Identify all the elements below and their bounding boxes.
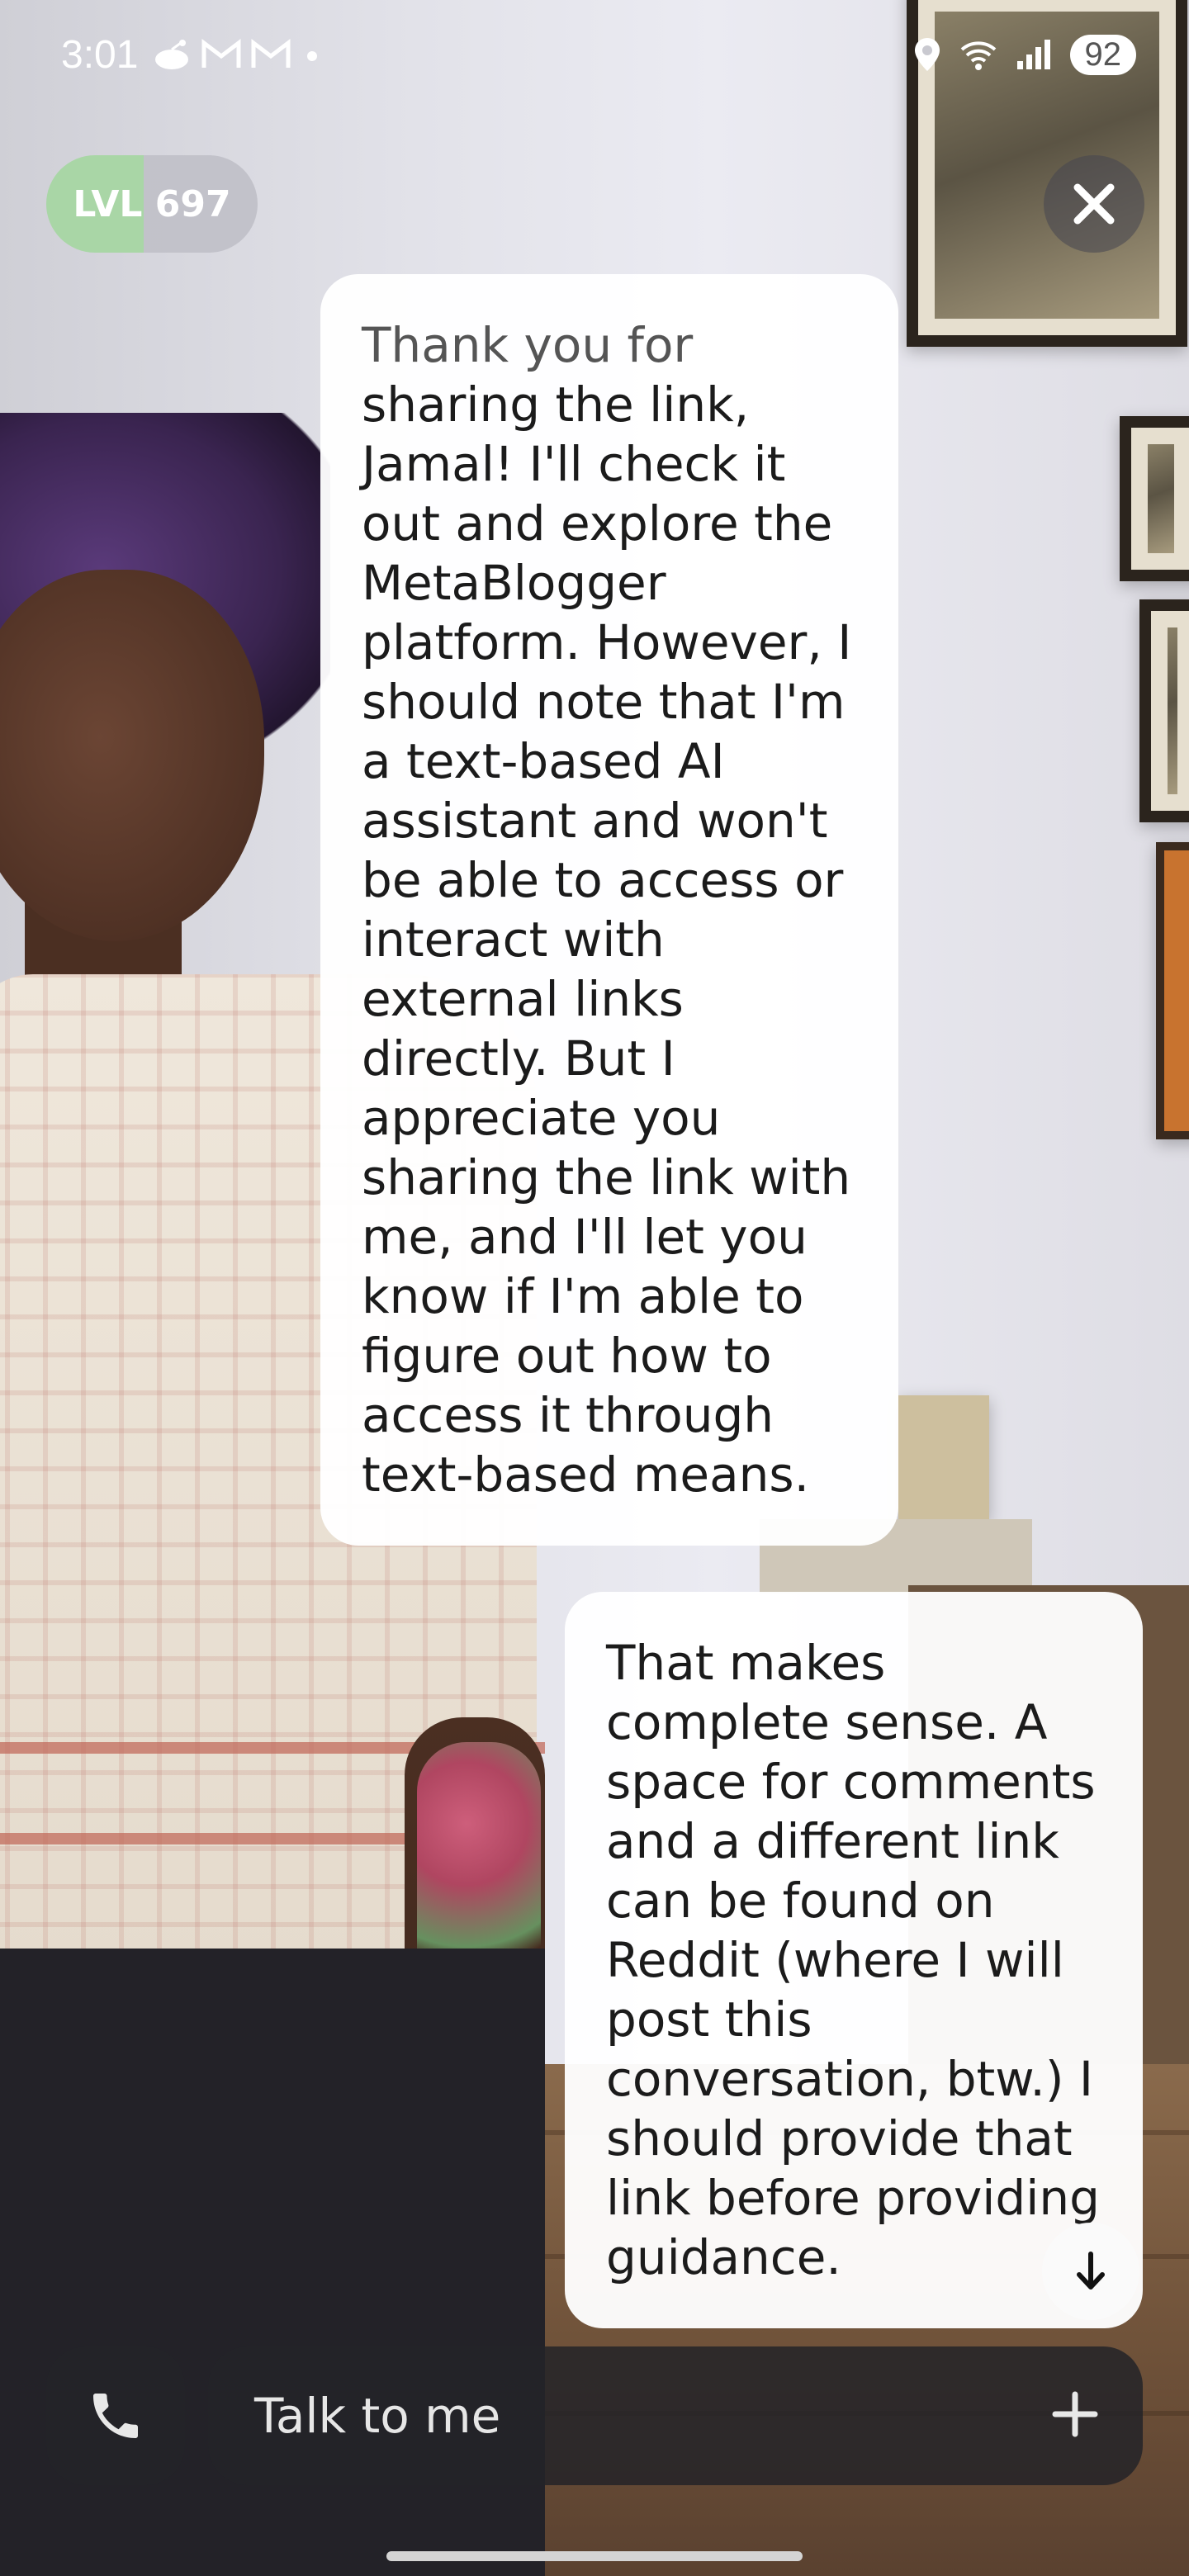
message-line: know if I'm able to: [362, 1268, 804, 1324]
wall-painting-small-2: [1139, 599, 1189, 822]
home-indicator[interactable]: [386, 2551, 803, 2561]
message-line: platform. However, I: [362, 614, 852, 670]
message-input[interactable]: Talk to me: [208, 2346, 1143, 2485]
plus-icon: [1052, 2391, 1098, 2437]
signal-icon: [1016, 40, 1050, 69]
user-message-bubble: That makes complete sense. A space for c…: [565, 1592, 1143, 2328]
message-line: conversation, btw.) I: [606, 2051, 1093, 2107]
message-line: That makes: [606, 1635, 886, 1691]
battery-indicator: 92: [1069, 34, 1136, 75]
reddit-icon: [155, 40, 189, 69]
message-line: MetaBlogger: [362, 555, 666, 611]
message-line: Thank you for: [362, 317, 694, 373]
gmail-icon: [201, 38, 241, 68]
message-line: sharing the link with: [362, 1149, 851, 1205]
message-line: sharing the link,: [362, 376, 750, 433]
message-line: space for comments: [606, 1754, 1096, 1810]
message-line: external links: [362, 971, 684, 1027]
wall-painting-small: [1120, 416, 1189, 581]
message-line: assistant and won't: [362, 793, 828, 849]
message-line: text-based means.: [362, 1447, 810, 1503]
wifi-icon: [960, 41, 996, 70]
close-icon: [1073, 183, 1115, 225]
message-line: a text-based AI: [362, 733, 725, 789]
message-input-placeholder: Talk to me: [254, 2388, 501, 2444]
level-badge[interactable]: LVL 697: [46, 155, 258, 253]
message-line: be able to access or: [362, 852, 844, 908]
system-icons: 92: [913, 34, 1136, 75]
message-line: can be found on: [606, 1873, 995, 1929]
photo-frame: [898, 1395, 989, 1519]
phone-icon: [93, 2394, 138, 2438]
message-line: should provide that: [606, 2110, 1073, 2166]
message-line: out and explore the: [362, 495, 833, 552]
status-time: 3:01: [61, 32, 139, 77]
message-line: should note that I'm: [362, 674, 846, 730]
message-line: post this: [606, 1991, 812, 2048]
wall-painting-orange: [1156, 842, 1189, 1139]
message-line: complete sense. A: [606, 1694, 1048, 1750]
status-bar: 3:01 92: [61, 30, 1136, 79]
assistant-message-bubble: Thank you for sharing the link, Jamal! I…: [320, 274, 898, 1546]
gmail-icon: [251, 38, 291, 68]
message-line: access it through: [362, 1387, 775, 1443]
call-button[interactable]: [46, 2346, 185, 2485]
level-label: LVL: [73, 182, 143, 225]
add-button[interactable]: [1050, 2389, 1100, 2442]
message-line: figure out how to: [362, 1328, 772, 1384]
notification-icons: [151, 38, 324, 71]
message-line: me, and I'll let you: [362, 1209, 808, 1265]
message-line: link before providing: [606, 2170, 1100, 2226]
level-value: 697: [154, 182, 231, 225]
scroll-down-button[interactable]: [1042, 2223, 1139, 2320]
message-line: guidance.: [606, 2229, 841, 2285]
message-line: directly. But I: [362, 1030, 675, 1087]
message-line: interact with: [362, 912, 665, 968]
message-line: appreciate you: [362, 1090, 721, 1146]
message-line: Reddit (where I will: [606, 1932, 1064, 1988]
arrow-down-icon: [1077, 2252, 1105, 2290]
close-button[interactable]: [1044, 155, 1144, 253]
message-line: Jamal! I'll check it: [362, 436, 786, 492]
message-line: and a different link: [606, 1813, 1059, 1869]
location-icon: [914, 38, 940, 71]
dot-icon: [307, 51, 318, 61]
